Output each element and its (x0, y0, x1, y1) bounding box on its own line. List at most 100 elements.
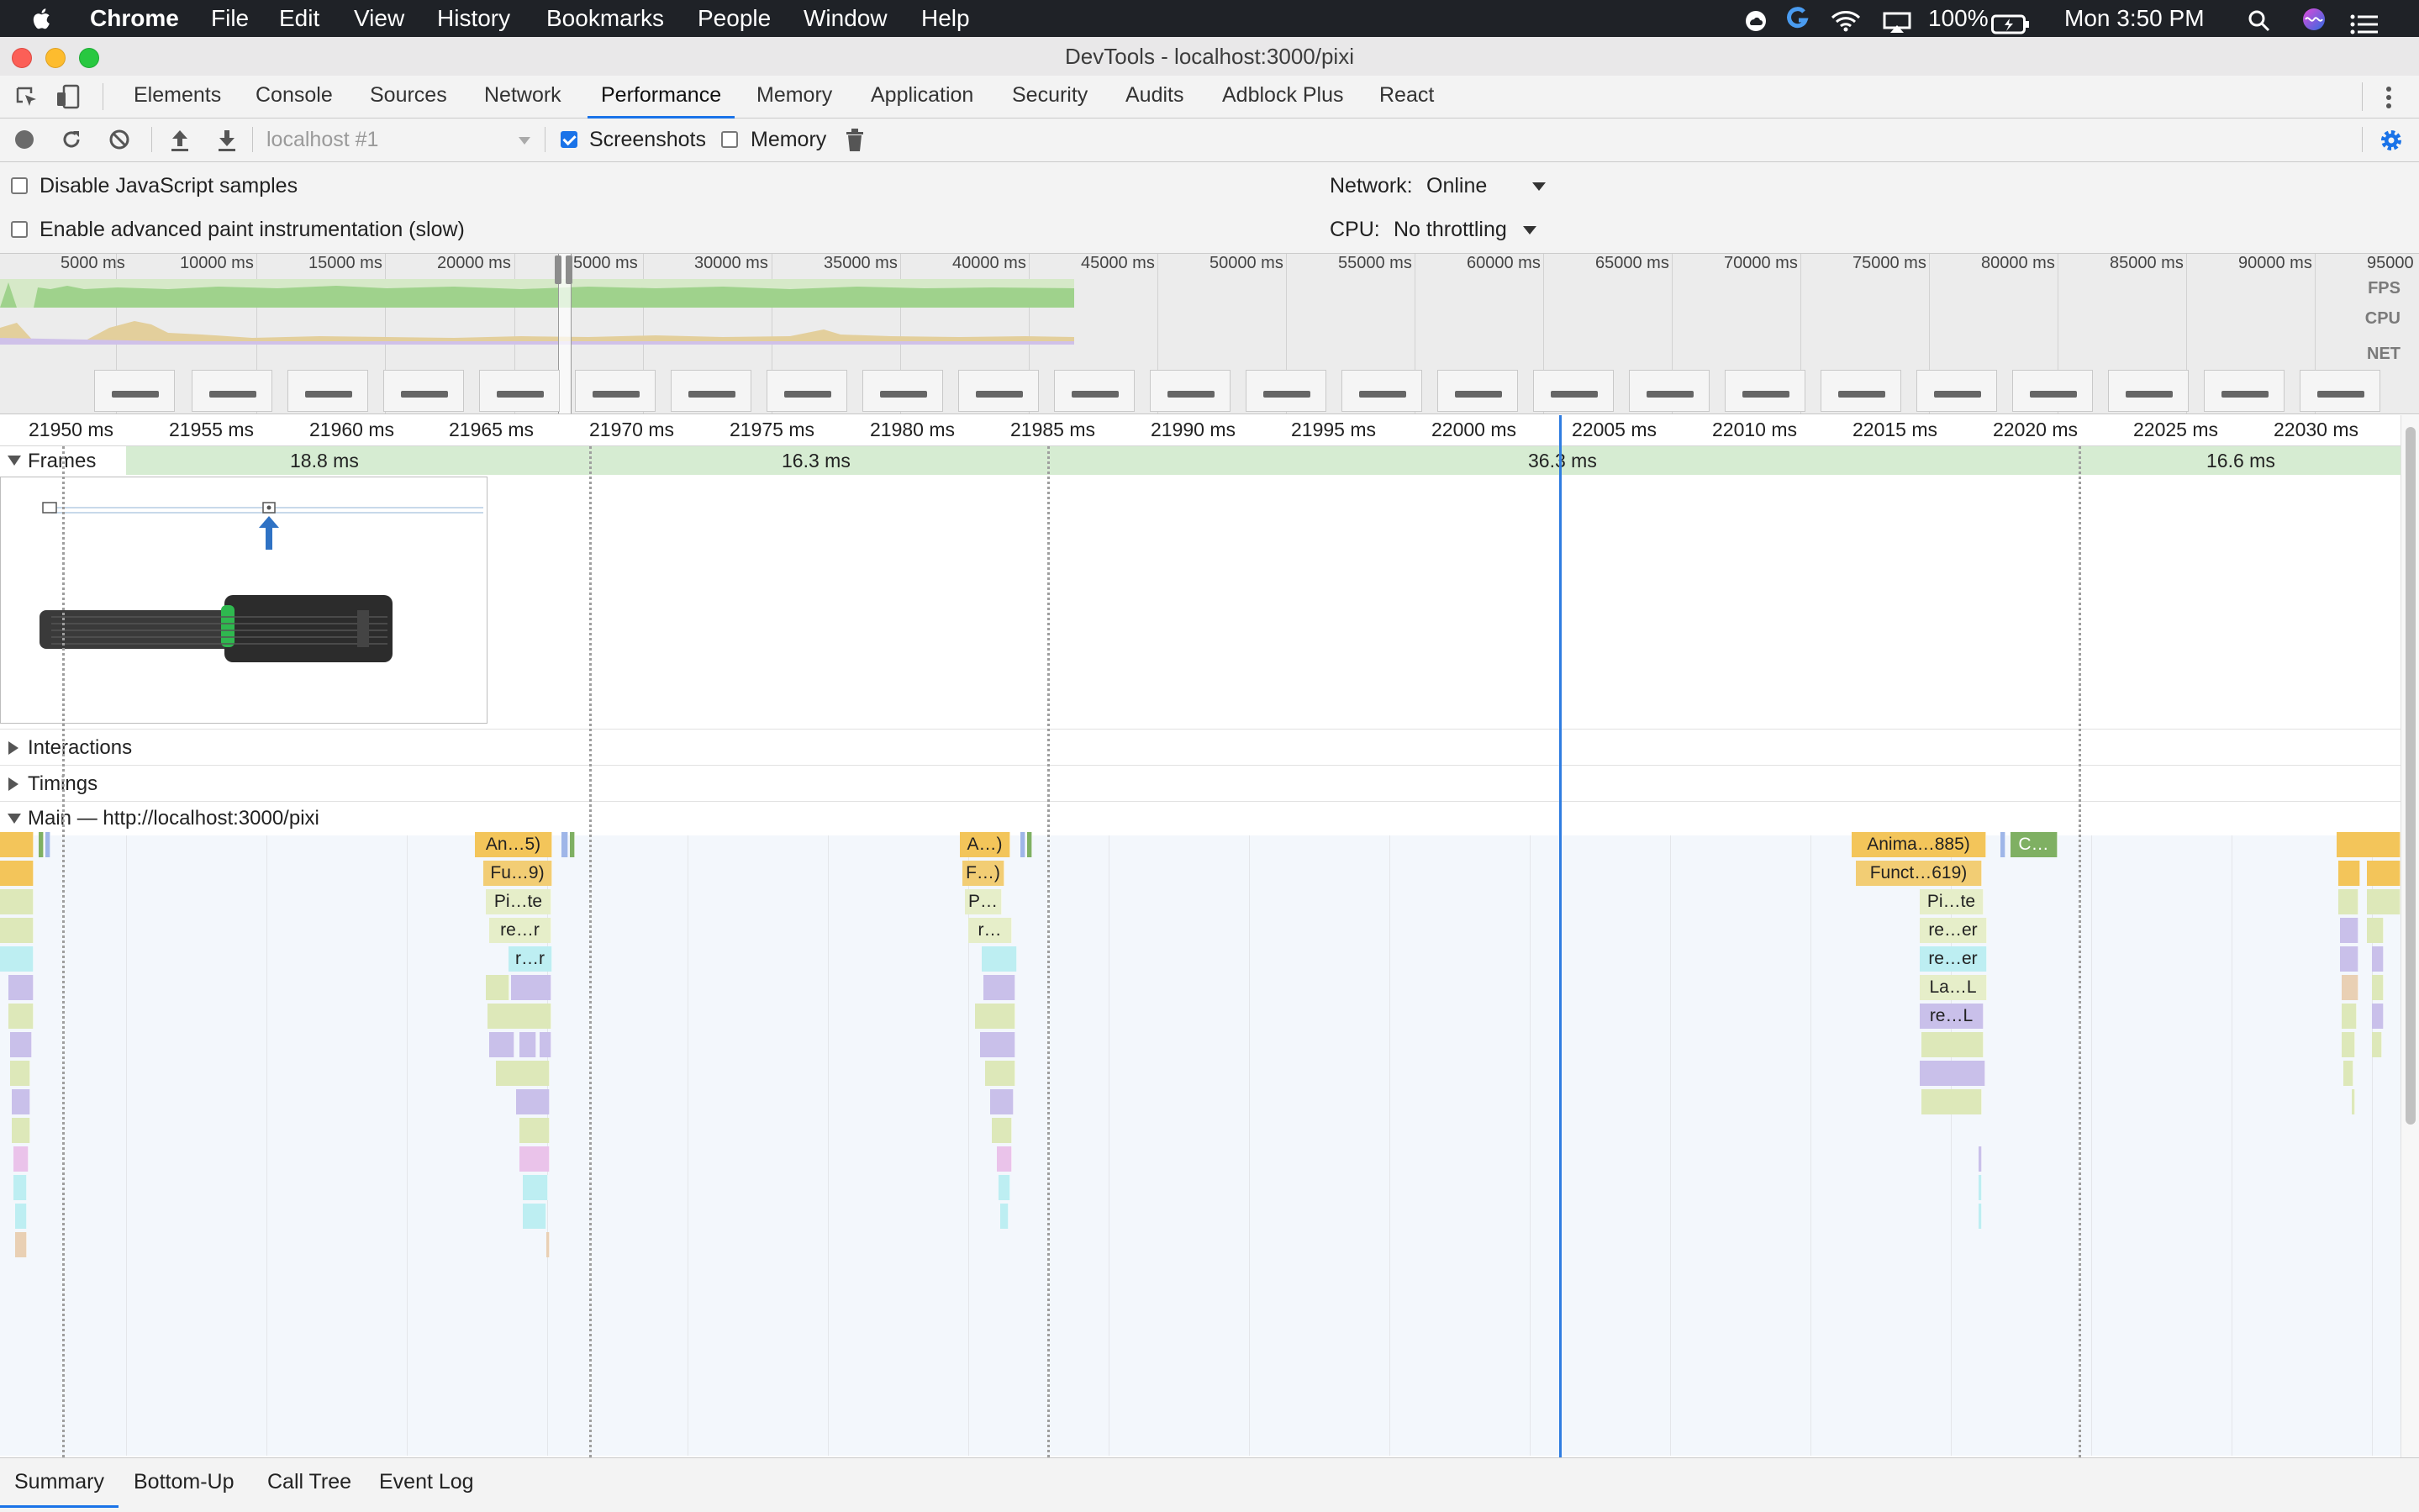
filmstrip-thumbnail[interactable] (575, 370, 656, 412)
tab-bottom-up[interactable]: Bottom-Up (134, 1458, 234, 1505)
flame-event[interactable]: La…L (1920, 975, 1987, 1000)
filmstrip-thumbnail[interactable] (1341, 370, 1422, 412)
flame-event[interactable] (523, 1204, 546, 1229)
frame-duration[interactable]: 36.3 ms (1528, 446, 1597, 475)
flame-event[interactable] (0, 861, 34, 886)
filmstrip-thumbnail[interactable] (1916, 370, 1997, 412)
flame-event[interactable]: re…r (489, 918, 551, 943)
inspect-element-icon[interactable] (15, 86, 39, 109)
menu-edit[interactable]: Edit (279, 0, 319, 37)
flame-event[interactable] (2372, 946, 2384, 972)
frame-duration[interactable]: 16.3 ms (782, 446, 851, 475)
flame-event[interactable] (975, 1004, 1015, 1029)
tab-event-log[interactable]: Event Log (379, 1458, 474, 1505)
creative-cloud-icon[interactable] (1743, 7, 1768, 31)
capture-settings-gear-icon[interactable] (2379, 128, 2404, 153)
flame-event[interactable]: A…) (960, 832, 1010, 857)
menu-people[interactable]: People (698, 0, 771, 37)
flame-event[interactable] (2367, 889, 2401, 914)
tab-console[interactable]: Console (256, 76, 333, 116)
flame-event[interactable] (496, 1061, 550, 1086)
flame-event[interactable] (39, 832, 44, 857)
filmstrip-thumbnail[interactable] (1533, 370, 1614, 412)
flame-event[interactable] (13, 1146, 29, 1172)
flame-event[interactable] (1920, 1061, 1985, 1086)
tab-security[interactable]: Security (1012, 76, 1088, 116)
filmstrip-thumbnail[interactable] (1054, 370, 1135, 412)
flame-event[interactable] (1027, 832, 1032, 857)
tab-application[interactable]: Application (871, 76, 973, 116)
flame-event[interactable]: re…L (1920, 1004, 1984, 1029)
flame-event[interactable] (1979, 1175, 1982, 1200)
flame-event[interactable] (10, 1061, 30, 1086)
memory-checkbox[interactable] (721, 131, 738, 148)
flame-event[interactable] (519, 1032, 536, 1057)
menu-file[interactable]: File (211, 0, 249, 37)
flame-event[interactable] (523, 1175, 548, 1200)
flame-event[interactable] (2338, 861, 2360, 886)
network-throttle-select[interactable]: Online (1426, 173, 1546, 198)
filmstrip-thumbnail[interactable] (2300, 370, 2380, 412)
flame-event[interactable]: re…er (1920, 946, 1987, 972)
flame-chart-scrollbar[interactable] (2401, 415, 2419, 1457)
filmstrip-thumbnail[interactable] (671, 370, 751, 412)
flame-event[interactable] (516, 1089, 550, 1114)
filmstrip-thumbnail[interactable] (94, 370, 175, 412)
flame-event[interactable] (2372, 1032, 2382, 1057)
flame-event[interactable] (1020, 832, 1025, 857)
app-menu-chrome[interactable]: Chrome (90, 0, 179, 37)
flame-event[interactable] (546, 1232, 550, 1257)
flame-event[interactable] (0, 889, 34, 914)
flame-event[interactable] (983, 975, 1015, 1000)
flame-event[interactable] (2343, 1061, 2353, 1086)
frame-duration[interactable]: 18.8 ms (290, 446, 359, 475)
expand-triangle-icon[interactable] (8, 741, 18, 755)
cpu-throttle-select[interactable]: No throttling (1394, 217, 1536, 242)
menu-view[interactable]: View (354, 0, 404, 37)
flame-event[interactable]: Pi…te (486, 889, 551, 914)
menu-history[interactable]: History (437, 0, 510, 37)
flame-event[interactable] (45, 832, 50, 857)
tab-elements[interactable]: Elements (134, 76, 221, 116)
flame-event[interactable]: Anima…885) (1852, 832, 1986, 857)
tab-sources[interactable]: Sources (370, 76, 447, 116)
flame-event[interactable] (8, 1004, 34, 1029)
frames-track[interactable]: Frames 18.8 ms 16.3 ms 36.3 ms 16.6 ms (0, 446, 2401, 475)
flame-event[interactable]: r…r (509, 946, 552, 972)
menu-bookmarks[interactable]: Bookmarks (546, 0, 664, 37)
tab-adblock-plus[interactable]: Adblock Plus (1222, 76, 1344, 116)
flame-event[interactable] (0, 918, 34, 943)
apple-icon[interactable] (32, 6, 54, 31)
reload-record-icon[interactable] (61, 129, 82, 150)
flame-event[interactable] (2340, 946, 2358, 972)
flame-event[interactable]: Fu…9) (483, 861, 552, 886)
selection-right-handle[interactable] (566, 256, 572, 284)
filmstrip-thumbnail[interactable] (287, 370, 368, 412)
filmstrip-thumbnail[interactable] (2012, 370, 2093, 412)
flame-event[interactable]: C… (2011, 832, 2058, 857)
filmstrip-thumbnail[interactable] (383, 370, 464, 412)
flame-event[interactable]: re…er (1920, 918, 1987, 943)
flame-event[interactable] (10, 1032, 32, 1057)
flame-event[interactable] (990, 1089, 1014, 1114)
flame-event[interactable] (0, 946, 34, 972)
tab-audits[interactable]: Audits (1125, 76, 1183, 116)
flame-event[interactable] (8, 975, 34, 1000)
record-icon[interactable] (15, 130, 34, 149)
flame-event[interactable] (992, 1118, 1012, 1143)
flame-event[interactable] (980, 1032, 1015, 1057)
flame-event[interactable] (2000, 832, 2005, 857)
flame-event[interactable] (2372, 1004, 2384, 1029)
flame-event[interactable] (1979, 1204, 1982, 1229)
flame-event[interactable] (561, 832, 568, 857)
flame-event[interactable] (15, 1232, 27, 1257)
flame-event[interactable] (2342, 1004, 2357, 1029)
flame-event[interactable] (2338, 889, 2358, 914)
screenshots-checkbox[interactable] (561, 131, 577, 148)
flame-event[interactable] (2340, 918, 2358, 943)
flame-event[interactable] (15, 1204, 27, 1229)
filmstrip-thumbnail[interactable] (1821, 370, 1901, 412)
flame-event[interactable] (1979, 1146, 1982, 1172)
flame-event[interactable] (489, 1032, 514, 1057)
flame-event[interactable] (12, 1118, 30, 1143)
